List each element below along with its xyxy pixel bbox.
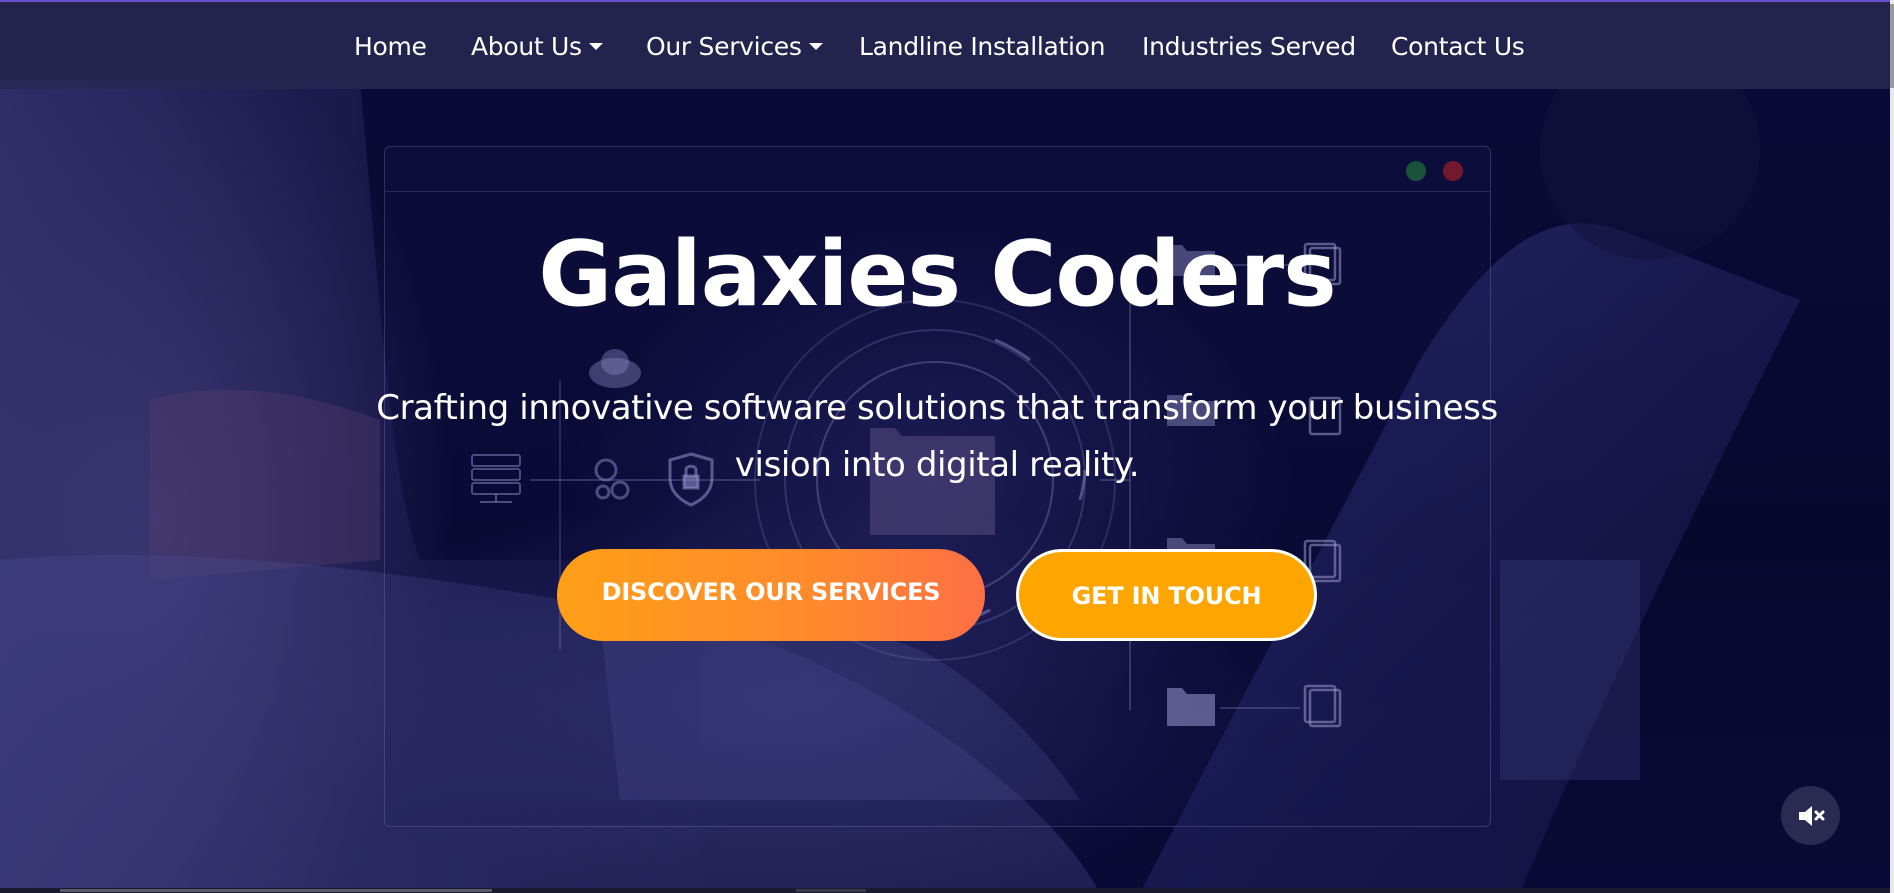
mute-toggle-button[interactable] (1781, 786, 1840, 845)
hero-section: Home About Us Our Services Landline Inst… (0, 0, 1894, 893)
nav-label-landline-installation: Landline Installation (859, 32, 1106, 61)
bottom-scroll-segment (60, 889, 492, 892)
main-navbar: Home About Us Our Services Landline Inst… (0, 2, 1890, 89)
nav-label-contact-us: Contact Us (1391, 32, 1525, 61)
discover-services-button[interactable]: DISCOVER OUR SERVICES (557, 549, 985, 641)
nav-item-industries-served[interactable]: Industries Served (1142, 30, 1356, 64)
get-in-touch-button[interactable]: GET IN TOUCH (1016, 549, 1317, 641)
nav-item-contact-us[interactable]: Contact Us (1391, 30, 1525, 64)
volume-mute-icon (1799, 806, 1825, 826)
hero-subtitle: Crafting innovative software solutions t… (376, 388, 1498, 485)
caret-down-icon (808, 43, 823, 50)
nav-label-our-services: Our Services (646, 32, 802, 61)
nav-item-home[interactable]: Home (354, 30, 427, 64)
window-title-bar (385, 191, 1490, 192)
nav-item-about-us[interactable]: About Us (471, 30, 603, 64)
nav-menu: Home About Us Our Services Landline Inst… (0, 2, 1890, 89)
caret-down-icon (588, 43, 603, 50)
nav-label-about-us: About Us (471, 32, 582, 61)
nav-item-landline-installation[interactable]: Landline Installation (859, 30, 1106, 64)
page-scrollbar[interactable] (1890, 0, 1894, 893)
hero-title: Galaxies Coders (538, 222, 1336, 327)
nav-label-home: Home (354, 32, 427, 61)
window-dot-red (1443, 161, 1463, 181)
bottom-scroll-segment (796, 889, 866, 892)
nav-item-our-services[interactable]: Our Services (646, 30, 823, 64)
scrollbar-thumb[interactable] (1890, 4, 1894, 88)
nav-label-industries-served: Industries Served (1142, 32, 1356, 61)
window-dot-green (1406, 161, 1426, 181)
